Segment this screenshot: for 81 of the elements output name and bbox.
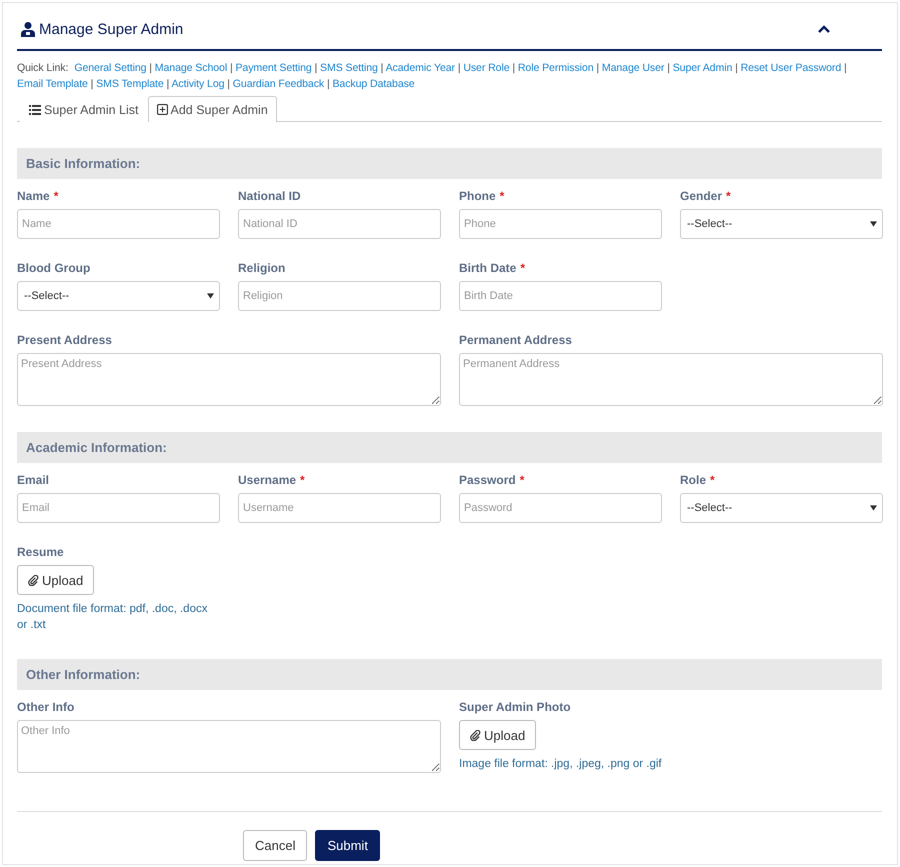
quick-link[interactable]: General Setting — [74, 62, 146, 74]
chevron-up-icon — [818, 25, 830, 33]
quick-link[interactable]: Super Admin — [672, 62, 732, 74]
field-label: National ID — [238, 188, 302, 204]
input-field[interactable]: Password — [459, 493, 662, 523]
file-format-hint: Document file format: pdf, .doc, .docx or .txt — [17, 602, 208, 633]
input-field[interactable]: Email — [17, 493, 220, 523]
section-header: Academic Information: — [17, 432, 882, 463]
quick-link[interactable]: Activity Log — [171, 78, 224, 90]
cancel-button[interactable]: Cancel — [243, 830, 308, 861]
file-format-hint: Image file format: .jpg, .jpeg, .png or .gif — [459, 757, 663, 772]
select-field[interactable]: --Select-- — [680, 209, 883, 239]
text-area[interactable]: Other Info — [17, 720, 441, 773]
paperclip-icon — [28, 574, 39, 586]
field-label: Gender * — [680, 188, 732, 204]
upload-button[interactable]: Upload — [459, 720, 536, 750]
link-separator: | — [166, 78, 170, 90]
link-separator: | — [458, 62, 460, 74]
caret-icon — [870, 221, 877, 227]
link-separator: | — [90, 78, 94, 90]
quick-link[interactable]: Manage User — [602, 62, 664, 74]
link-separator: | — [512, 62, 516, 74]
user-icon — [20, 21, 36, 37]
field-label: Phone * — [459, 188, 506, 204]
input-field[interactable]: Phone — [459, 209, 662, 239]
plus-square-icon — [156, 104, 168, 115]
input-field[interactable]: Birth Date — [459, 281, 662, 311]
quick-link[interactable]: User Role — [463, 62, 510, 74]
input-field[interactable]: Name — [17, 209, 220, 239]
list-icon — [29, 104, 41, 116]
quick-link[interactable]: Reset User Password — [740, 62, 842, 74]
quick-link[interactable]: Payment Setting — [235, 62, 312, 74]
select-field[interactable]: --Select-- — [17, 281, 220, 311]
link-separator: | — [667, 62, 670, 74]
link-separator: | — [314, 62, 318, 74]
field-label: Religion — [238, 260, 286, 276]
link-separator: | — [227, 78, 230, 90]
tab[interactable]: Add Super Admin — [148, 96, 277, 122]
link-separator: | — [380, 62, 384, 74]
field-label: Password * — [459, 472, 526, 488]
field-label: Username * — [238, 472, 306, 488]
text-area[interactable]: Permanent Address — [459, 353, 883, 406]
collapse-button[interactable] — [816, 23, 832, 35]
quick-link[interactable]: Manage School — [154, 62, 228, 74]
upload-button[interactable]: Upload — [17, 565, 94, 595]
field-label: Role * — [680, 472, 716, 488]
quick-link[interactable]: SMS Setting — [320, 62, 378, 74]
field-label: Other Info — [17, 699, 76, 715]
caret-icon — [870, 505, 877, 511]
paperclip-icon — [470, 730, 481, 740]
panel-title: Manage Super Admin — [39, 20, 184, 38]
section-header: Other Information: — [17, 659, 882, 690]
link-separator: | — [230, 62, 233, 74]
field-label: Blood Group — [17, 260, 92, 276]
field-label: Present Address — [17, 332, 113, 348]
quick-link[interactable]: Email Template — [17, 78, 88, 90]
quick-link[interactable]: Guardian Feedback — [232, 78, 324, 90]
quick-link[interactable]: Backup Database — [332, 78, 415, 90]
section-header: Basic Information: — [17, 148, 882, 179]
quick-link-label: Quick Link: — [17, 62, 68, 74]
link-separator: | — [149, 62, 152, 74]
link-separator: | — [326, 78, 330, 90]
field-label: Permanent Address — [459, 332, 573, 348]
field-label: Name * — [17, 188, 60, 204]
link-separator: | — [596, 62, 599, 74]
submit-button[interactable]: Submit — [315, 830, 380, 861]
quick-link[interactable]: Role Permission — [518, 62, 594, 74]
field-label: Email — [17, 472, 50, 488]
input-field[interactable]: National ID — [238, 209, 441, 239]
quick-link[interactable]: SMS Template — [96, 78, 164, 90]
input-field[interactable]: Religion — [238, 281, 441, 311]
field-label: Birth Date * — [459, 260, 526, 276]
link-separator: | — [735, 62, 738, 74]
link-separator: | — [844, 62, 847, 74]
select-field[interactable]: --Select-- — [680, 493, 883, 523]
caret-icon — [207, 293, 214, 299]
field-label: Resume — [17, 544, 65, 560]
quick-link[interactable]: Academic Year — [386, 62, 455, 74]
field-label: Super Admin Photo — [459, 699, 572, 715]
text-area[interactable]: Present Address — [17, 353, 441, 406]
input-field[interactable]: Username — [238, 493, 441, 523]
